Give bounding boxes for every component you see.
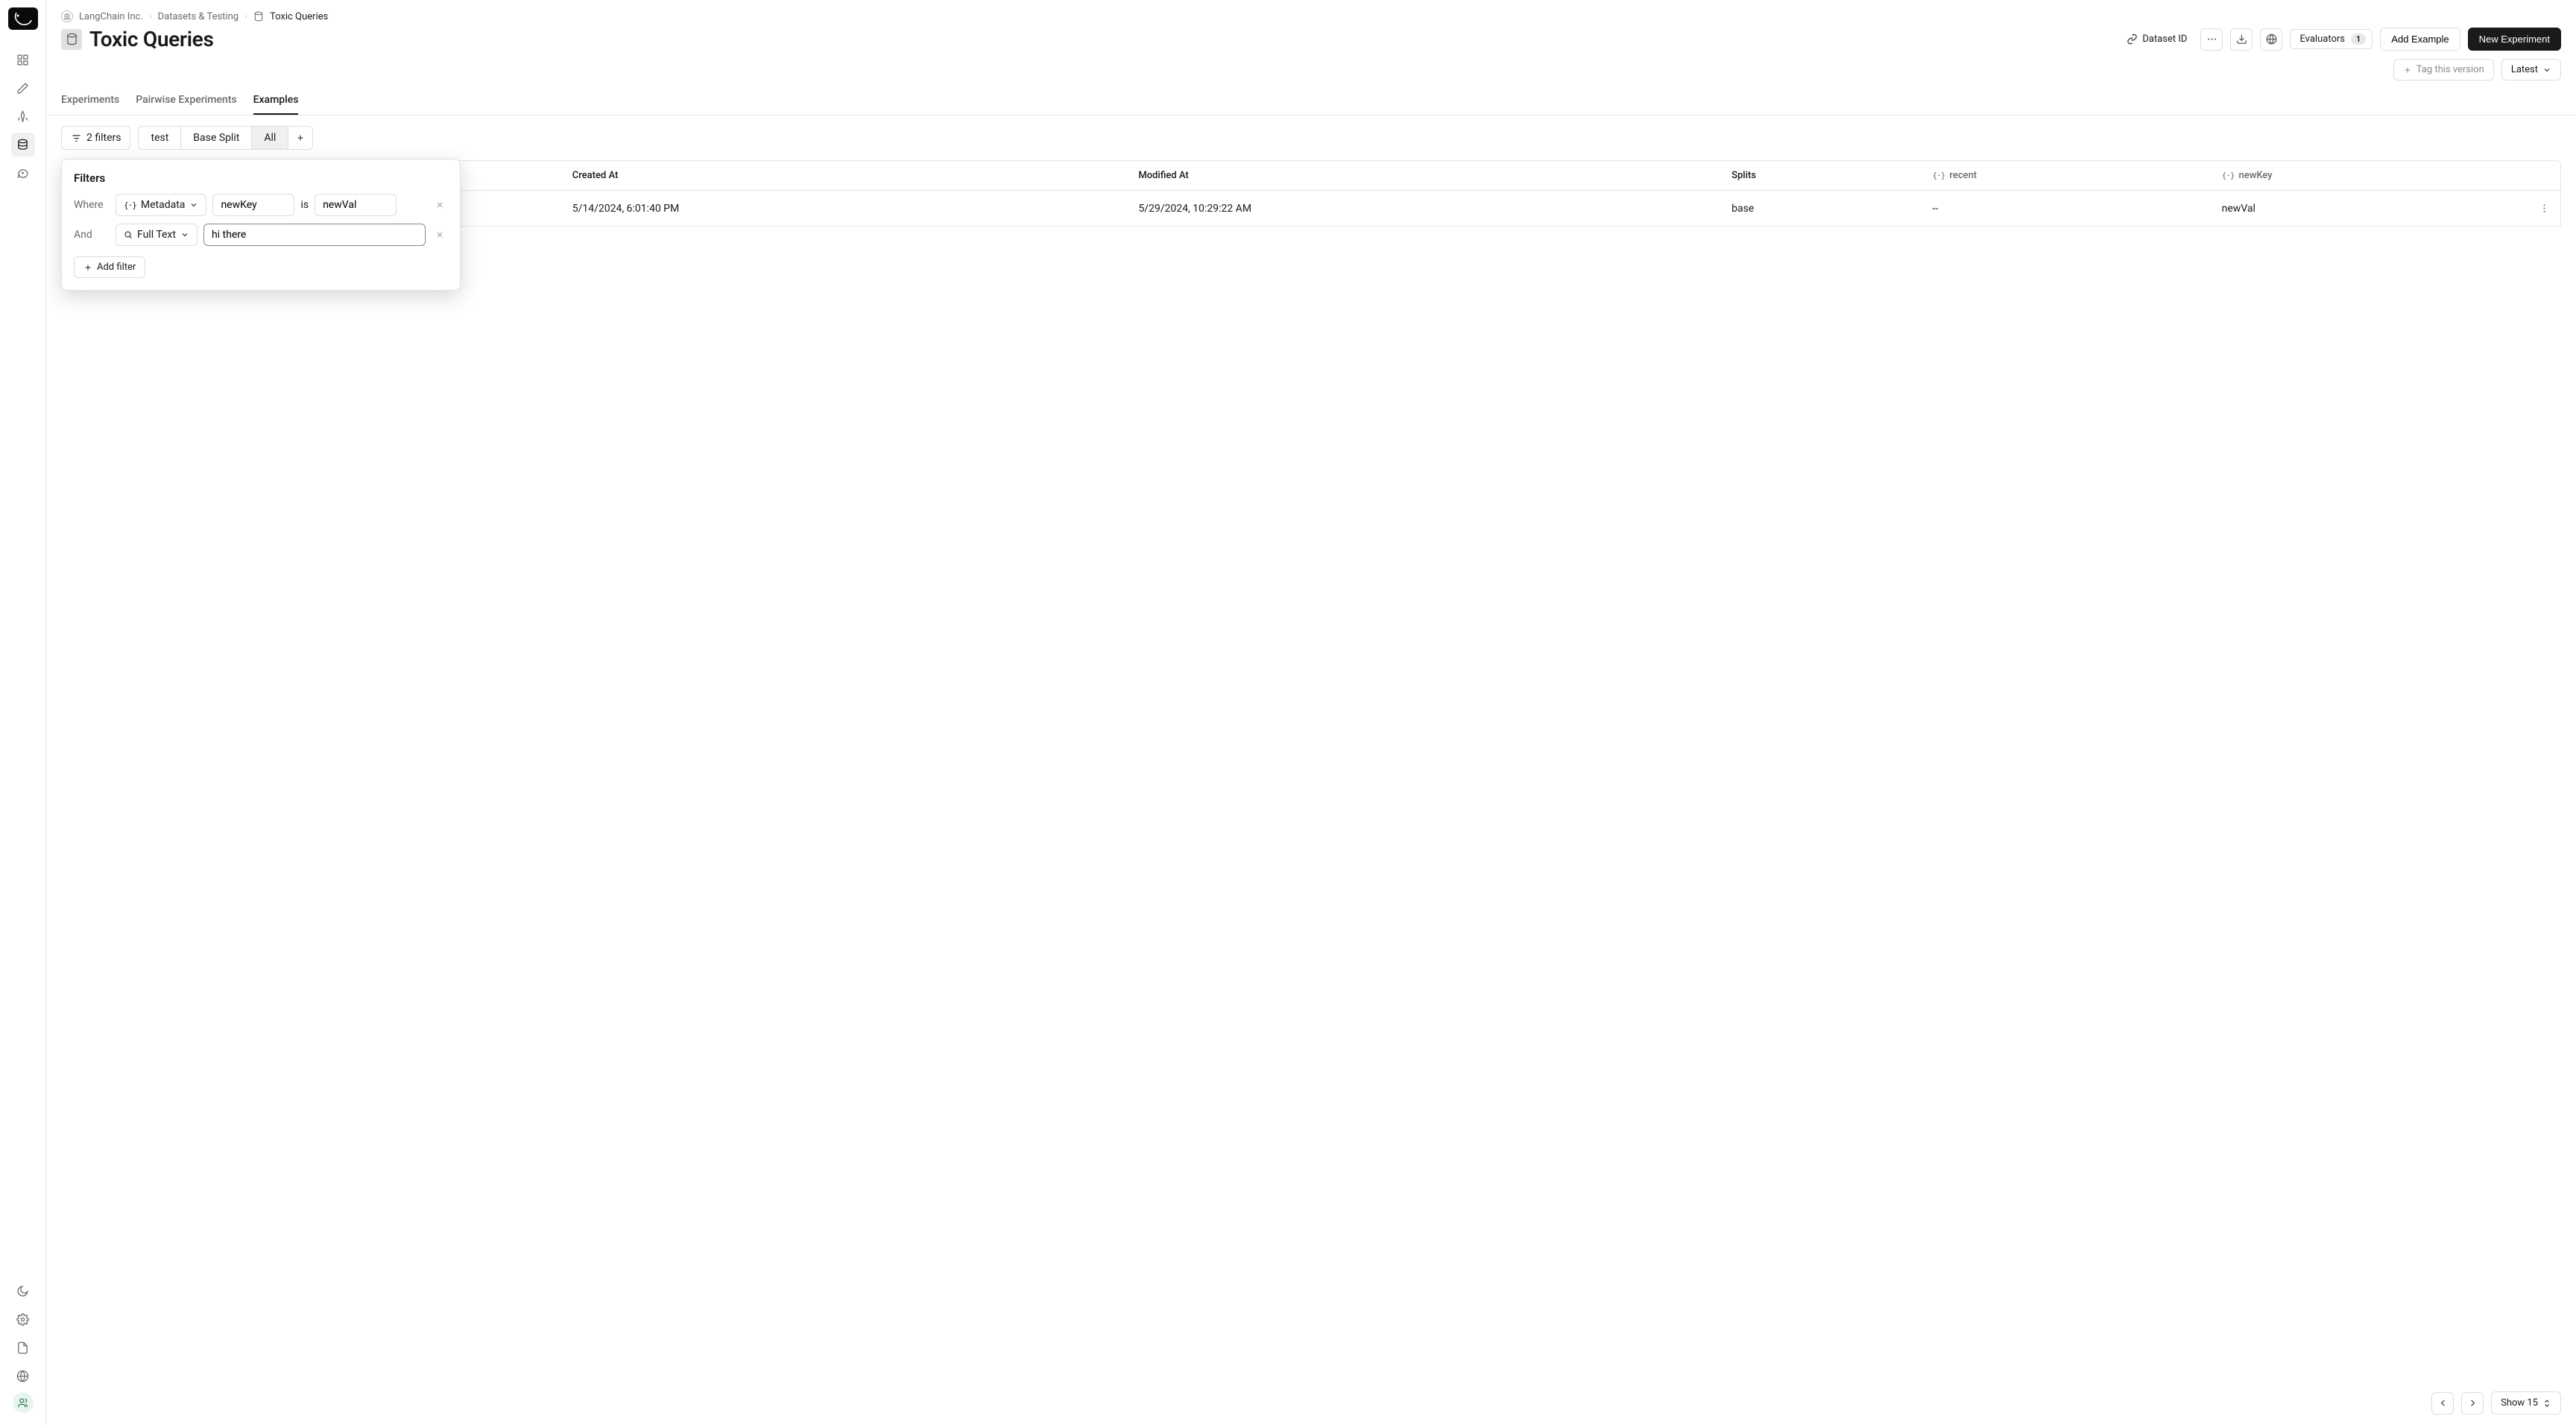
left-nav-rail [0, 0, 46, 1425]
nav-item-web[interactable] [11, 1364, 35, 1388]
col-splits: Splits [1721, 160, 1922, 191]
filter-remove-button[interactable] [432, 197, 448, 213]
split-segmented: test Base Split All [138, 126, 313, 150]
filter-remove-button-2[interactable] [432, 227, 448, 243]
col-created-at: Created At [562, 160, 1128, 191]
table-footer: Show 15 [46, 1381, 2576, 1425]
nav-item-deploy[interactable] [11, 104, 35, 128]
more-menu-button[interactable] [2200, 28, 2223, 51]
col-newkey-label: newKey [2239, 170, 2273, 181]
page-size-select[interactable]: Show 15 [2491, 1391, 2561, 1415]
evaluators-count: 1 [2351, 34, 2366, 45]
filter-where-label: Where [74, 199, 110, 211]
crumb-datasets[interactable]: Datasets & Testing [158, 11, 239, 22]
chevron-sort-icon [2542, 1399, 2551, 1408]
seg-add[interactable] [288, 127, 312, 149]
version-bar: Tag this version Latest [46, 59, 2576, 86]
next-page-button[interactable] [2461, 1392, 2484, 1415]
page-size-label: Show 15 [2501, 1397, 2538, 1409]
search-icon [124, 230, 133, 239]
braces-icon: {·} [1933, 171, 1945, 180]
tab-pairwise[interactable]: Pairwise Experiments [136, 86, 236, 115]
filter-value-input[interactable] [315, 194, 397, 216]
filter-key-input[interactable] [212, 194, 294, 216]
tag-version-label: Tag this version [2416, 64, 2484, 75]
filter-field-label: Metadata [141, 199, 186, 211]
examples-table-wrap: Input Output Created At Modified At Spli… [46, 160, 2576, 1381]
chevron-right-icon: › [244, 11, 247, 22]
evaluators-label: Evaluators [2299, 34, 2345, 45]
cell-newkey: newVal [2212, 191, 2528, 227]
filters-count-label: 2 filters [86, 132, 121, 144]
version-label: Latest [2511, 64, 2538, 75]
row-menu-button[interactable] [2539, 203, 2550, 214]
seg-base-split[interactable]: Base Split [181, 127, 252, 149]
col-actions [2528, 160, 2561, 191]
breadcrumb: LangChain Inc. › Datasets & Testing › To… [46, 0, 2576, 22]
app-logo[interactable] [8, 7, 38, 30]
add-filter-button[interactable]: Add filter [74, 256, 145, 278]
crumb-org[interactable]: LangChain Inc. [79, 11, 143, 22]
filters-button[interactable]: 2 filters [61, 126, 130, 150]
database-icon [253, 11, 264, 22]
filter-and-label: And [74, 229, 110, 241]
download-button[interactable] [2230, 28, 2253, 51]
dataset-id-button[interactable]: Dataset ID [2121, 29, 2193, 49]
database-icon [61, 29, 82, 50]
nav-item-settings[interactable] [11, 1307, 35, 1331]
chevron-down-icon [180, 230, 189, 239]
col-recent-label: recent [1949, 170, 1977, 181]
filters-popover: Filters Where {·} Metadata is And [61, 159, 461, 291]
evaluators-button[interactable]: Evaluators 1 [2290, 29, 2373, 49]
filter-field-select[interactable]: {·} Metadata [116, 194, 206, 216]
nav-item-dashboard[interactable] [11, 48, 35, 72]
nav-item-datasets[interactable] [11, 133, 35, 157]
chevron-down-icon [189, 200, 198, 209]
cell-splits: base [1721, 191, 1922, 227]
cell-modified-at: 5/29/2024, 10:29:22 AM [1128, 191, 1721, 227]
seg-test[interactable]: test [139, 127, 181, 149]
org-icon [61, 10, 73, 22]
new-experiment-button[interactable]: New Experiment [2468, 28, 2561, 51]
chevron-right-icon: › [149, 11, 152, 22]
tag-version-button[interactable]: Tag this version [2393, 59, 2494, 80]
user-avatar[interactable] [13, 1392, 34, 1413]
nav-item-docs[interactable] [11, 1336, 35, 1359]
seg-all[interactable]: All [252, 127, 288, 149]
add-filter-label: Add filter [97, 262, 136, 273]
filter-field-label-2: Full Text [137, 229, 176, 241]
nav-item-theme[interactable] [11, 1279, 35, 1303]
dataset-id-label: Dataset ID [2142, 34, 2187, 45]
col-modified-at: Modified At [1128, 160, 1721, 191]
filter-fulltext-input[interactable] [203, 224, 426, 246]
cell-recent: -- [1922, 191, 2212, 227]
filter-row-metadata: Where {·} Metadata is [74, 194, 448, 216]
nav-item-edit[interactable] [11, 76, 35, 100]
add-example-button[interactable]: Add Example [2380, 28, 2460, 51]
prev-page-button[interactable] [2431, 1392, 2454, 1415]
col-recent: {·} recent [1922, 160, 2212, 191]
filter-bar: 2 filters test Base Split All Filters Wh… [46, 116, 2576, 160]
col-newkey: {·} newKey [2212, 160, 2528, 191]
share-button[interactable] [2260, 28, 2282, 51]
filter-field-select-2[interactable]: Full Text [116, 224, 198, 246]
popover-title: Filters [74, 171, 448, 185]
tab-bar: Experiments Pairwise Experiments Example… [46, 86, 2576, 116]
tab-experiments[interactable]: Experiments [61, 86, 119, 115]
crumb-current: Toxic Queries [270, 11, 328, 22]
main-content: LangChain Inc. › Datasets & Testing › To… [46, 0, 2576, 1425]
nav-item-annotations[interactable] [11, 161, 35, 185]
version-select[interactable]: Latest [2501, 59, 2561, 80]
braces-icon: {·} [2222, 171, 2235, 180]
tab-examples[interactable]: Examples [253, 86, 299, 115]
braces-icon: {·} [124, 200, 136, 210]
filter-row-fulltext: And Full Text [74, 224, 448, 246]
page-title: Toxic Queries [89, 27, 214, 51]
cell-created-at: 5/14/2024, 6:01:40 PM [562, 191, 1128, 227]
page-header: Toxic Queries Dataset ID Evaluators 1 Ad… [46, 22, 2576, 59]
filter-is-label: is [300, 199, 309, 211]
